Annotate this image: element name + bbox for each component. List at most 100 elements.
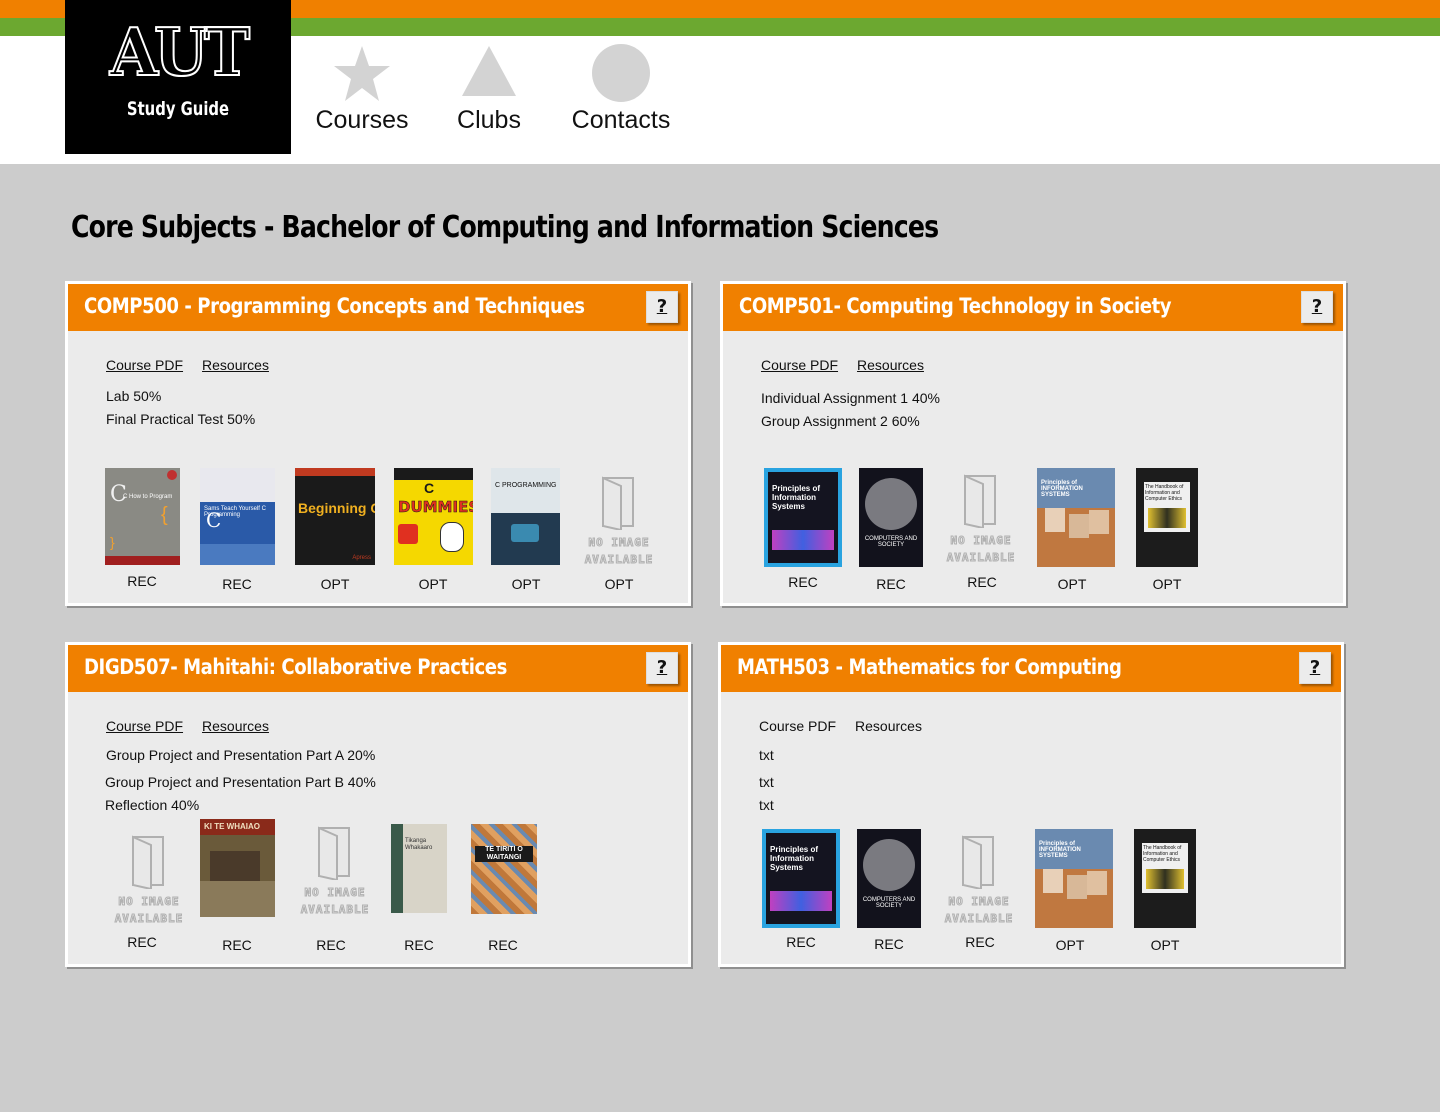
book-cover-text: Principles of INFORMATION SYSTEMS [1039, 841, 1081, 859]
nav-clubs[interactable]: Clubs [454, 44, 524, 135]
resources-link[interactable]: Resources [202, 357, 269, 373]
book-cover-handbook-computer-ethics[interactable]: The Handbook of Information and Computer… [1136, 468, 1198, 567]
no-image-icon [602, 476, 634, 532]
book-cover-principles-info-systems-2[interactable]: Principles of INFORMATION SYSTEMS [1037, 468, 1115, 567]
course-pdf-link[interactable]: Course PDF [106, 357, 183, 373]
assessment-item: Group Assignment 2 60% [761, 413, 920, 429]
help-button[interactable]: ? [646, 291, 678, 323]
book-cover-teach-yourself-c[interactable]: Sams Teach Yourself C Programming C [200, 468, 275, 565]
no-image-placeholder: NO IMAGE AVAILABLE [295, 824, 375, 920]
book-cover-ki-te-whaiao[interactable]: KI TE WHAIAO [200, 819, 275, 917]
course-card-comp501: COMP501- Computing Technology in Society… [720, 281, 1346, 606]
card-links: Course PDF Resources [106, 357, 288, 373]
book-tag: OPT [1057, 576, 1087, 592]
card-links: Course PDF Resources [106, 718, 288, 734]
nav-contacts[interactable]: Contacts [568, 44, 674, 135]
resources-link[interactable]: Resources [202, 718, 269, 734]
book-tag: REC [967, 574, 997, 590]
card-header: COMP500 - Programming Concepts and Techn… [68, 284, 688, 331]
book-tag: REC [488, 937, 518, 953]
no-image-text: NO IMAGE AVAILABLE [114, 895, 184, 926]
assessment-item: Reflection 40% [105, 797, 200, 813]
book-tag: REC [222, 937, 252, 953]
book-cover-te-tiriti-o-waitangi[interactable]: TE TIRITI O WAITANGI [471, 824, 537, 914]
book-cover-c-programming-learn[interactable]: C PROGRAMMING [491, 468, 560, 565]
help-button[interactable]: ? [1301, 291, 1333, 323]
nav-label-courses: Courses [315, 106, 409, 134]
book-cover-text: Tikanga Whakaaro [405, 838, 433, 851]
resources-link[interactable]: Resources [855, 718, 922, 734]
book-cover-text: C PROGRAMMING [495, 482, 557, 489]
course-pdf-link[interactable]: Course PDF [106, 718, 183, 734]
triangle-icon [462, 46, 516, 96]
help-button[interactable]: ? [646, 652, 678, 684]
card-links: Course PDF Resources [761, 357, 943, 373]
book-cover-computers-and-society[interactable]: COMPUTERS AND SOCIETY [859, 468, 923, 567]
logo-text: AUT [109, 13, 251, 92]
book-tag: REC [874, 936, 904, 952]
book-tag: OPT [604, 576, 634, 592]
book-tag: OPT [1152, 576, 1182, 592]
book-tag: OPT [511, 576, 541, 592]
book-cover-principles-info-systems[interactable]: Principles of Information Systems [762, 829, 840, 928]
course-card-comp500: COMP500 - Programming Concepts and Techn… [65, 281, 691, 606]
circle-icon [592, 44, 650, 102]
book-cover-handbook-computer-ethics[interactable]: The Handbook of Information and Computer… [1134, 829, 1196, 928]
nav-courses[interactable]: Courses [315, 44, 409, 135]
book-cover-beginning-c[interactable]: Beginning C Apress [295, 468, 375, 565]
no-image-placeholder: NO IMAGE AVAILABLE [939, 833, 1019, 929]
book-tag: OPT [418, 576, 448, 592]
assessment-item: Group Project and Presentation Part A 20… [106, 747, 376, 763]
book-cover-text: Beginning C [298, 500, 375, 516]
book-cover-principles-info-systems-2[interactable]: Principles of INFORMATION SYSTEMS [1035, 829, 1113, 928]
book-tag: OPT [1055, 937, 1085, 953]
book-tag: REC [965, 934, 995, 950]
book-cover-text: COMPUTERS AND SOCIETY [862, 897, 916, 909]
no-image-icon [962, 835, 994, 891]
book-tag: OPT [1150, 937, 1180, 953]
book-cover-text: Principles of Information Systems [770, 845, 819, 872]
assessment-item: Group Project and Presentation Part B 40… [105, 774, 376, 790]
assessment-item: txt [759, 797, 774, 813]
course-pdf-link[interactable]: Course PDF [761, 357, 838, 373]
card-links: Course PDF Resources [759, 718, 941, 734]
book-cover-text: COMPUTERS AND SOCIETY [864, 536, 918, 548]
course-card-math503: MATH503 - Mathematics for Computing ? Co… [718, 642, 1344, 967]
book-cover-c-how-to-program[interactable]: C C How to Program { } [105, 468, 180, 565]
card-title: COMP501- Computing Technology in Society [739, 294, 1172, 318]
resources-link[interactable]: Resources [857, 357, 924, 373]
no-image-placeholder: NO IMAGE AVAILABLE [579, 474, 659, 570]
no-image-text: NO IMAGE AVAILABLE [584, 536, 654, 567]
book-cover-text: Principles of Information Systems [772, 484, 821, 511]
book-cover-text: The Handbook of Information and Computer… [1143, 845, 1182, 863]
card-header: DIGD507- Mahitahi: Collaborative Practic… [68, 645, 688, 692]
course-pdf-link[interactable]: Course PDF [759, 718, 836, 734]
course-card-digd507: DIGD507- Mahitahi: Collaborative Practic… [65, 642, 691, 967]
card-header: COMP501- Computing Technology in Society… [723, 284, 1343, 331]
no-image-placeholder: NO IMAGE AVAILABLE [941, 472, 1021, 568]
book-tag: REC [788, 574, 818, 590]
book-cover-computers-and-society[interactable]: COMPUTERS AND SOCIETY [857, 829, 921, 928]
book-tag: REC [222, 576, 252, 592]
book-cover-text: DUMMIES [398, 498, 473, 517]
card-title: DIGD507- Mahitahi: Collaborative Practic… [84, 655, 507, 679]
help-button[interactable]: ? [1299, 652, 1331, 684]
book-cover-c-for-dummies[interactable]: C DUMMIES [394, 468, 473, 565]
card-header: MATH503 - Mathematics for Computing ? [721, 645, 1341, 692]
book-tag: OPT [320, 576, 350, 592]
no-image-text: NO IMAGE AVAILABLE [300, 886, 370, 917]
no-image-icon [318, 826, 350, 882]
book-tag: REC [786, 934, 816, 950]
assessment-item: Individual Assignment 1 40% [761, 390, 940, 406]
aut-logo[interactable]: AUT Study Guide [65, 0, 291, 154]
no-image-icon [964, 474, 996, 530]
logo-subtitle: Study Guide [126, 98, 230, 120]
book-tag: REC [404, 937, 434, 953]
page-title: Core Subjects - Bachelor of Computing an… [71, 210, 939, 245]
book-cover-tikanga-whakaaro[interactable]: Tikanga Whakaaro [391, 824, 447, 913]
nav-label-clubs: Clubs [457, 106, 521, 134]
nav-label-contacts: Contacts [571, 106, 671, 134]
assessment-item: Final Practical Test 50% [106, 411, 256, 427]
assessment-item: txt [759, 774, 774, 790]
book-cover-principles-info-systems[interactable]: Principles of Information Systems [764, 468, 842, 567]
